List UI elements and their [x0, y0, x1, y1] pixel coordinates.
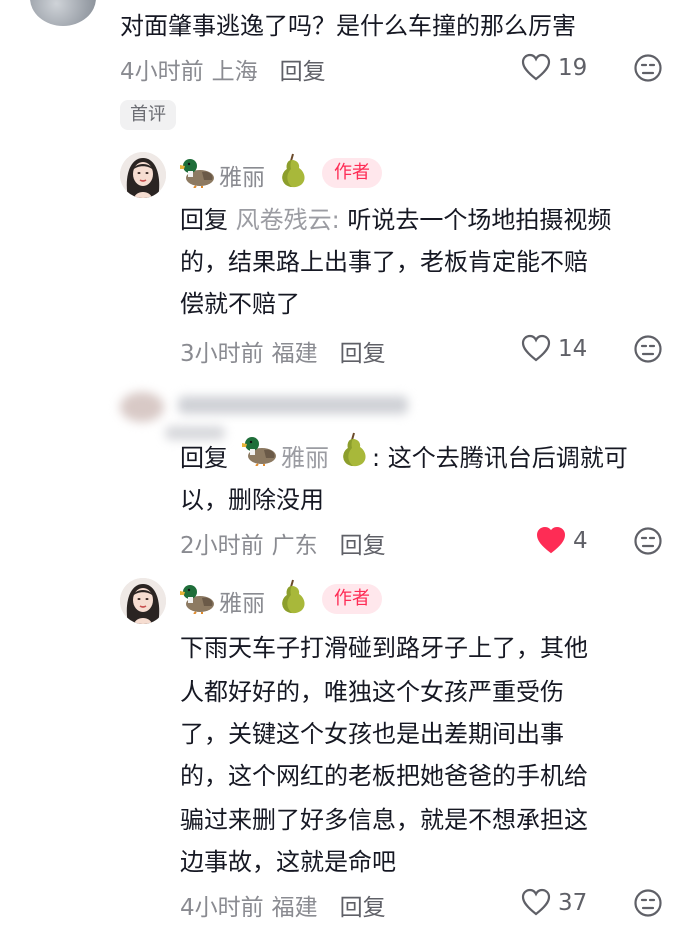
like-button[interactable]: [521, 334, 551, 366]
comment-text-line: 以，删除没用: [180, 486, 324, 514]
comment-text-line: 的，结果路上出事了，老板肯定能不赔: [180, 248, 588, 276]
dislike-button[interactable]: [633, 888, 663, 922]
reply-button[interactable]: 回复: [340, 533, 386, 559]
dislike-button[interactable]: [633, 526, 663, 560]
dislike-button[interactable]: [633, 334, 663, 368]
comment-text: : 这个去腾讯台后调就可: [372, 444, 628, 472]
comment-text-line: 了，关键这个女孩也是出差期间出事: [180, 720, 564, 748]
heart-outline-icon: [521, 888, 551, 916]
reply-prefix: 回复: [180, 206, 228, 234]
duck-emoji-icon: [242, 434, 278, 470]
reply-prefix: 回复: [180, 444, 228, 472]
like-button[interactable]: [536, 526, 566, 558]
comment-meta: 3小时前 福建 回复: [180, 334, 394, 368]
comment-text: 听说去一个场地拍摄视频: [347, 206, 612, 234]
dislike-face-icon: [634, 335, 662, 363]
comment-location: 上海: [211, 59, 258, 85]
avatar[interactable]: [30, 0, 96, 26]
reply-button[interactable]: 回复: [280, 59, 326, 85]
heart-outline-icon: [521, 334, 551, 362]
comment-meta: 2小时前 广东 回复: [180, 526, 394, 560]
comment-location: 广东: [271, 533, 318, 559]
like-button[interactable]: [521, 888, 551, 920]
reply-target[interactable]: 风卷残云:: [236, 206, 340, 234]
like-button[interactable]: [521, 53, 551, 85]
dislike-face-icon: [634, 54, 662, 82]
comment-time: 3小时前: [180, 341, 264, 367]
comment-text: 对面肇事逃逸了吗？是什么车撞的那么厉害: [120, 12, 576, 40]
comment-text-line: 回复 风卷残云: 听说去一个场地拍摄视频: [180, 200, 611, 235]
comment-time: 4小时前: [180, 895, 264, 921]
comment-text-line: 骗过来删了好多信息，就是不想承担这: [180, 806, 588, 834]
pear-emoji-icon: [276, 152, 308, 192]
heart-outline-icon: [521, 53, 551, 81]
comment-text-line: 的，这个网红的老板把她爸爸的手机给: [180, 762, 588, 790]
dislike-face-icon: [634, 527, 662, 555]
author-name[interactable]: 雅丽: [219, 584, 265, 618]
comment-text-line: 人都好好的，唯独这个女孩严重受伤: [180, 678, 564, 706]
avatar[interactable]: [120, 578, 166, 624]
dislike-face-icon: [634, 889, 662, 917]
reply-target[interactable]: 雅丽: [281, 438, 329, 473]
comment-location: 福建: [271, 341, 318, 367]
dislike-button[interactable]: [633, 53, 663, 87]
author-badge: 作者: [322, 584, 382, 614]
duck-emoji-icon: [180, 582, 216, 618]
avatar[interactable]: [120, 392, 164, 422]
pear-emoji-icon: [276, 578, 308, 618]
author-name[interactable]: 雅丽: [219, 158, 265, 192]
heart-filled-icon: [536, 526, 566, 554]
like-count: 19: [558, 55, 588, 81]
comment-text-line: 下雨天车子打滑碰到路牙子上了，其他: [180, 634, 588, 662]
comment-location: 福建: [271, 895, 318, 921]
comment-text-line: 边事故，这就是命吧: [180, 848, 396, 876]
comment-time: 2小时前: [180, 533, 264, 559]
username-redacted: [178, 396, 408, 414]
reply-button[interactable]: 回复: [340, 895, 386, 921]
avatar[interactable]: [120, 152, 166, 198]
reply-button[interactable]: 回复: [340, 341, 386, 367]
comment-text-line: 偿就不赔了: [180, 290, 300, 318]
like-count: 4: [573, 528, 588, 554]
first-comment-tag: 首评: [120, 100, 176, 130]
comment-time: 4小时前: [120, 59, 204, 85]
author-badge: 作者: [322, 158, 382, 188]
comment-text-line: 回复: [180, 438, 228, 473]
pear-emoji-icon: [337, 431, 369, 471]
like-count: 37: [558, 890, 588, 916]
like-count: 14: [558, 336, 588, 362]
duck-emoji-icon: [179, 156, 216, 192]
comment-meta: 4小时前 福建 回复: [180, 888, 394, 922]
comment-meta: 4小时前 上海 回复: [120, 52, 334, 86]
